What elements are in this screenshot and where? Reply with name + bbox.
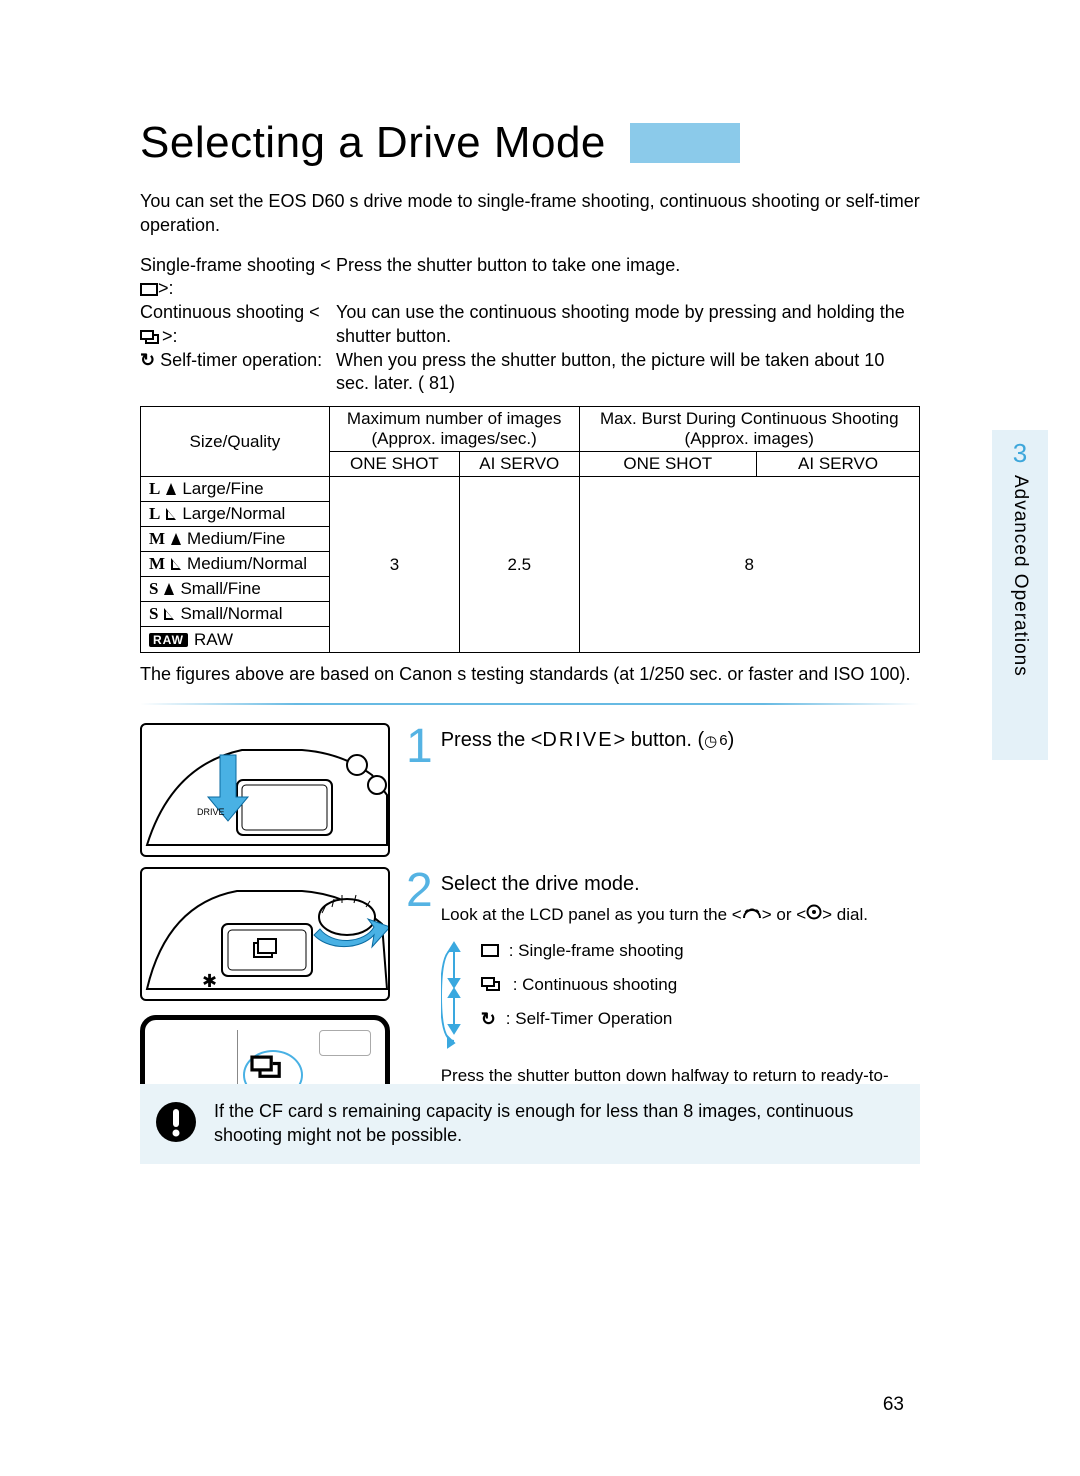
self-timer-icon: ↻: [481, 1010, 496, 1028]
side-tab: 3 Advanced Operations: [992, 430, 1048, 760]
th-size-quality: Size/Quality: [141, 407, 330, 477]
step-1-title: Press the <DRIVE> button. (◷6): [441, 729, 735, 752]
drive-select-diagram: : Single-frame shooting : Continuous sho…: [441, 941, 920, 1051]
th-max-burst: Max. Burst During Continuous Shooting(Ap…: [579, 407, 920, 452]
quality-normal-icon: [164, 608, 174, 620]
quick-dial-icon: [806, 904, 822, 927]
quality-normal-icon: [166, 508, 176, 520]
raw-icon: RAW: [149, 633, 188, 647]
step-2-title: Select the drive mode.: [441, 873, 920, 896]
chapter-number: 3: [1013, 438, 1027, 469]
figure-camera-top-dial: ✱: [140, 867, 390, 1001]
val-oneshot: 3: [329, 477, 459, 653]
continuous-icon: [481, 977, 503, 992]
svg-text:✱: ✱: [202, 971, 217, 991]
svg-text:DRIVE: DRIVE: [197, 807, 225, 817]
page-number: 63: [883, 1394, 904, 1416]
mode-selftimer: ↻ Self-timer operation: When you press t…: [140, 349, 920, 397]
mode-continuous: Continuous shooting <>: You can use the …: [140, 301, 920, 349]
section-divider: [140, 703, 920, 705]
figure-camera-top-drive-button: DRIVE: [140, 723, 390, 857]
self-timer-icon: ↻: [140, 351, 155, 369]
spec-table: Size/Quality Maximum number of images(Ap…: [140, 406, 920, 653]
single-frame-icon: [481, 944, 499, 957]
title-row: Selecting a Drive Mode: [140, 118, 920, 168]
quality-fine-icon: [166, 483, 176, 495]
timer-icon: ◷6: [704, 732, 727, 750]
step-number: 2: [406, 867, 433, 915]
quality-fine-icon: [164, 583, 174, 595]
content: Selecting a Drive Mode You can set the E…: [140, 118, 920, 1155]
manual-page: Selecting a Drive Mode You can set the E…: [0, 0, 1080, 1476]
table-row: L Large/Fine 3 2.5 8: [141, 477, 920, 502]
warning-box: If the CF card s remaining capacity is e…: [140, 1084, 920, 1164]
continuous-icon: [250, 1055, 285, 1079]
val-aiservo: 2.5: [460, 477, 579, 653]
th-max-images: Maximum number of images(Approx. images/…: [329, 407, 579, 452]
step-1: DRIVE 1 Press the <DRIVE> button. (◷6): [140, 723, 920, 857]
single-frame-icon: [140, 283, 158, 296]
chapter-label: Advanced Operations: [1009, 475, 1031, 677]
cycle-arrows-icon: [441, 941, 467, 1051]
quality-fine-icon: [171, 533, 181, 545]
page-title: Selecting a Drive Mode: [140, 118, 606, 168]
caution-icon: [154, 1100, 198, 1144]
main-dial-icon: [742, 904, 762, 927]
drive-option-single: : Single-frame shooting: [481, 941, 684, 961]
mode-single: Single-frame shooting <>: Press the shut…: [140, 254, 920, 302]
step-number: 1: [406, 723, 433, 771]
drive-option-continuous: : Continuous shooting: [481, 975, 684, 995]
drive-mode-definitions: Single-frame shooting <>: Press the shut…: [140, 254, 920, 397]
warning-text: If the CF card s remaining capacity is e…: [214, 1100, 906, 1148]
intro-text: You can set the EOS D60 s drive mode to …: [140, 190, 920, 238]
quality-normal-icon: [171, 558, 181, 570]
table-note: The figures above are based on Canon s t…: [140, 663, 920, 687]
continuous-icon: [140, 330, 162, 345]
val-burst: 8: [579, 477, 920, 653]
title-accent-bar: [630, 123, 740, 163]
step-2-sub: Look at the LCD panel as you turn the <>…: [441, 904, 920, 927]
drive-option-selftimer: ↻ : Self-Timer Operation: [481, 1009, 684, 1029]
